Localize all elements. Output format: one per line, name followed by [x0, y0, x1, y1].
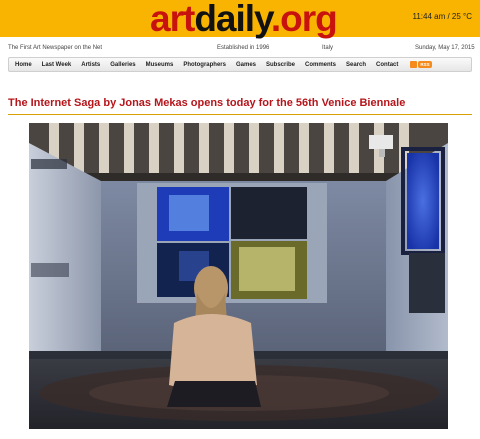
nav-galleries[interactable]: Galleries: [110, 62, 135, 68]
clock-weather: 11:44 am / 25 °C: [412, 12, 472, 21]
nav-photographers[interactable]: Photographers: [183, 62, 226, 68]
rss-label: RSS: [418, 61, 432, 68]
nav-contact[interactable]: Contact: [376, 62, 398, 68]
nav-subscribe[interactable]: Subscribe: [266, 62, 295, 68]
nav-last-week[interactable]: Last Week: [42, 62, 72, 68]
logo-org: .org: [270, 0, 338, 39]
established-text: Established in 1996: [217, 45, 270, 51]
date-text: Sunday, May 17, 2015: [415, 45, 475, 51]
site-header: artdaily.org 11:44 am / 25 °C: [0, 0, 480, 37]
nav-home[interactable]: Home: [15, 62, 32, 68]
info-bar: The First Art Newspaper on the Net Estab…: [0, 44, 480, 55]
nav-museums[interactable]: Museums: [146, 62, 174, 68]
logo-daily: daily: [194, 0, 272, 39]
tagline: The First Art Newspaper on the Net: [8, 45, 103, 51]
country-text: Italy: [322, 45, 334, 51]
logo-art: art: [150, 0, 195, 39]
nav-comments[interactable]: Comments: [305, 62, 336, 68]
main-nav: Home Last Week Artists Galleries Museums…: [8, 57, 472, 72]
site-logo[interactable]: artdaily.org: [150, 0, 338, 39]
article-photo: [29, 123, 448, 429]
photo-illustration: [29, 123, 448, 429]
nav-search[interactable]: Search: [346, 62, 366, 68]
rss-button[interactable]: RSS: [410, 61, 432, 68]
nav-artists[interactable]: Artists: [81, 62, 100, 68]
nav-games[interactable]: Games: [236, 62, 256, 68]
rss-icon: [410, 61, 418, 68]
article-headline[interactable]: The Internet Saga by Jonas Mekas opens t…: [8, 97, 472, 115]
